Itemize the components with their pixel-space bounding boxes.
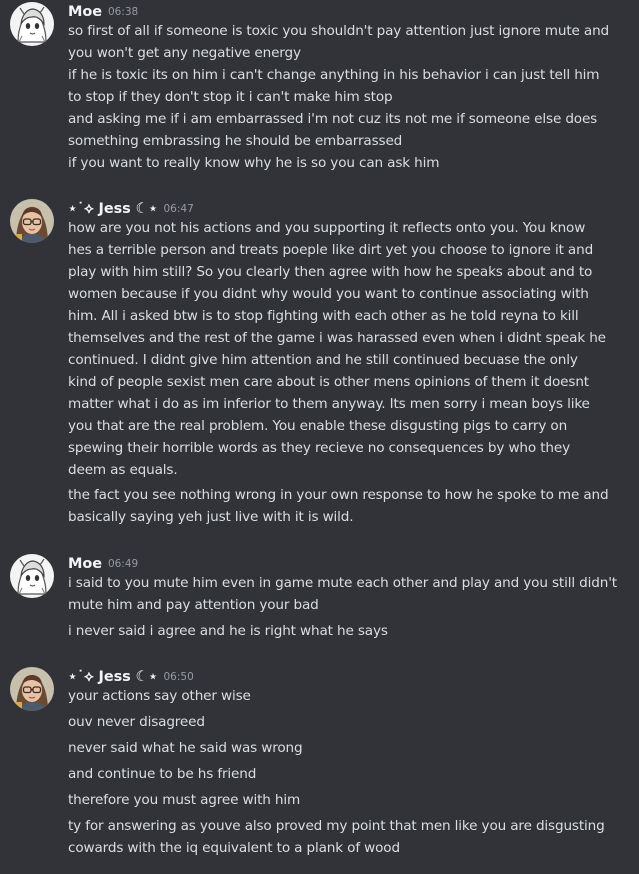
message-line: ouv never disagreed [68,714,205,730]
message-line: and continue to be hs friend [68,766,257,782]
message-line: never said what he said was wrong [68,740,303,756]
message-line: you won't get any negative energy [68,45,301,61]
message-header: ⋆˙⟡ Jess ☾⋆ 06:47 [68,198,194,217]
message-line: him. All i asked btw is to stop fighting… [68,308,579,324]
message-line: deem as equals. [68,462,178,478]
username[interactable]: Moe [68,4,102,20]
message-line: ty for answering as youve also proved my… [68,818,605,834]
message-line: if you want to really know why he is so … [68,155,440,171]
message-line: basically saying yeh just live with it i… [68,509,354,525]
woman-with-glasses-avatar-icon[interactable] [10,667,54,711]
message-line: hes a terrible person and treats poeple … [68,242,594,258]
timestamp[interactable]: 06:49 [108,558,138,570]
message-line: therefore you must agree with him [68,792,301,808]
message-line: i said to you mute him even in game mute… [68,575,617,591]
message-line: play with him still? So you clearly then… [68,264,593,280]
message-group: Moe 06:38 so first of all if someone is t… [0,0,639,180]
message-line: cowards with the iq equivalent to a plan… [68,840,400,856]
message-line: something embrassing he should be embarr… [68,133,403,149]
message-line: continued. I didnt give him attention an… [68,352,578,368]
message-group: ⋆˙⟡ Jess ☾⋆ 06:50 your actions say other … [0,665,639,865]
message-line: you that are the real problem. You enabl… [68,418,568,434]
woman-with-glasses-avatar-icon[interactable] [10,199,54,243]
message-line: if he is toxic its on him i can't change… [68,67,600,83]
message-group: ⋆˙⟡ Jess ☾⋆ 06:47 how are you not his act… [0,197,639,532]
anime-sketch-avatar-icon[interactable] [10,554,54,598]
message-line: kind of people sexist men care about is … [68,374,589,390]
message-header: Moe 06:49 [68,553,138,572]
message-line: and asking me if i am embarrassed i'm no… [68,111,598,127]
message-line: themselves and the rest of the game i wa… [68,330,606,346]
message-line: i never said i agree and he is right wha… [68,623,388,639]
message-line: your actions say other wise [68,688,251,704]
message-line: women because if you didnt why would you… [68,286,589,302]
timestamp[interactable]: 06:47 [163,203,193,215]
message-line: matter what i do as im inferior to them … [68,396,590,412]
message-line: the fact you see nothing wrong in your o… [68,487,609,503]
message-group: Moe 06:49 i said to you mute him even in … [0,552,639,644]
message-line: mute him and pay attention your bad [68,597,319,613]
message-line: how are you not his actions and you supp… [68,220,586,236]
message-line: to stop if they don't stop it i can't ma… [68,89,393,105]
username[interactable]: Moe [68,556,102,572]
timestamp[interactable]: 06:38 [108,6,138,18]
message-line: spewing their horrible words as they rec… [68,440,570,456]
message-line: so first of all if someone is toxic you … [68,23,610,39]
username[interactable]: ⋆˙⟡ Jess ☾⋆ [68,201,158,217]
message-header: ⋆˙⟡ Jess ☾⋆ 06:50 [68,666,194,685]
message-header: Moe 06:38 [68,1,138,20]
timestamp[interactable]: 06:50 [163,671,193,683]
anime-sketch-avatar-icon[interactable] [10,2,54,46]
username[interactable]: ⋆˙⟡ Jess ☾⋆ [68,669,158,685]
